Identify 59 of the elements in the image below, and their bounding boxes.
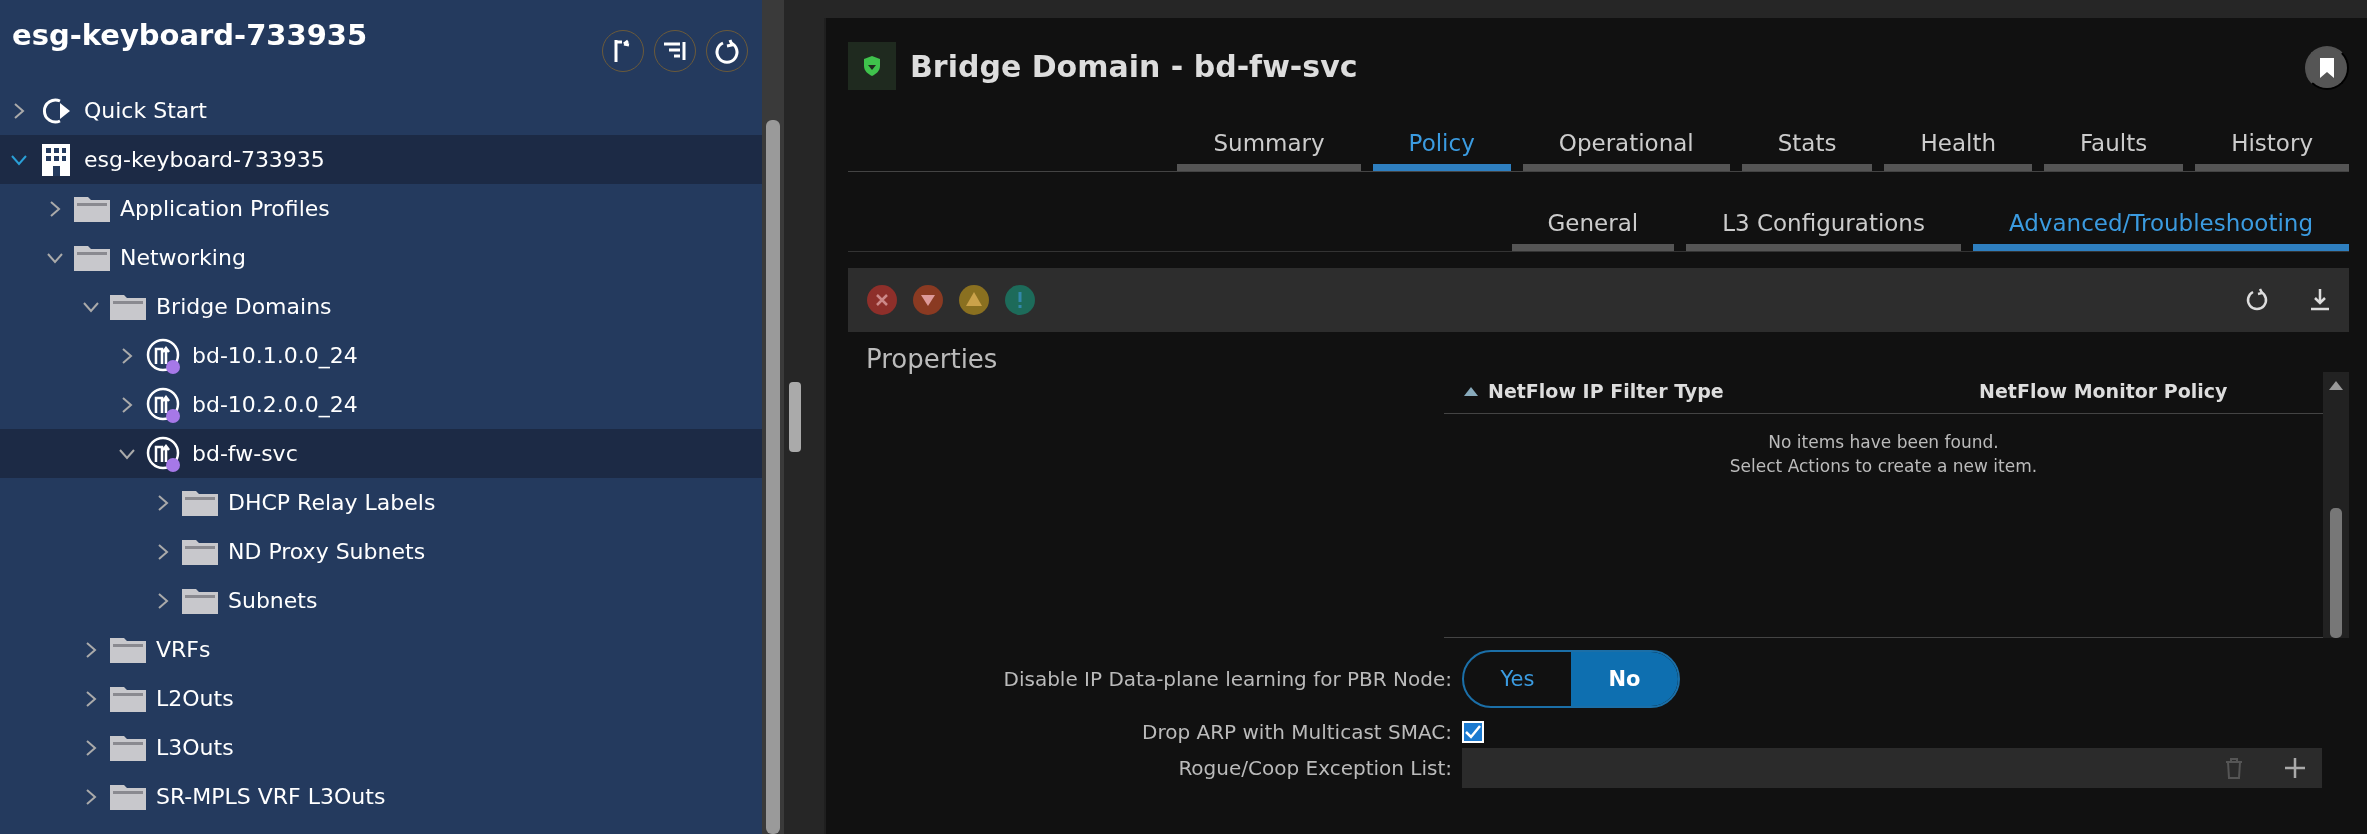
tree-item[interactable]: L3Outs xyxy=(0,723,762,772)
tab[interactable]: Policy xyxy=(1372,130,1511,171)
tree-item[interactable]: Application Profiles xyxy=(0,184,762,233)
warning-fault-icon[interactable] xyxy=(1004,284,1036,316)
tree-item[interactable]: VRFs xyxy=(0,625,762,674)
column-header[interactable]: NetFlow Monitor Policy xyxy=(1979,379,2228,402)
tab[interactable]: Operational xyxy=(1522,130,1730,171)
shield-icon xyxy=(848,42,896,90)
tree-item[interactable]: bd-fw-svc xyxy=(0,429,762,478)
bookmark-button[interactable] xyxy=(2305,46,2349,90)
tree-item[interactable]: Subnets xyxy=(0,576,762,625)
splitter-handle[interactable] xyxy=(789,382,801,452)
tree-item[interactable]: Bridge Domains xyxy=(0,282,762,331)
collapse-icon xyxy=(662,40,688,62)
field-label: Disable IP Data-plane learning for PBR Node: xyxy=(1002,667,1453,691)
bookmark-icon xyxy=(2319,57,2335,79)
tree-item[interactable]: ND Proxy Subnets xyxy=(0,527,762,576)
tab[interactable]: Summary xyxy=(1177,130,1361,171)
tree-item[interactable]: SR-MPLS VRF L3Outs xyxy=(0,772,762,821)
tree-item[interactable]: esg-keyboard-733935 xyxy=(0,135,762,184)
scrollbar[interactable] xyxy=(762,0,784,834)
page-title: Bridge Domain - bd-fw-svc xyxy=(910,48,1358,84)
toggle-option[interactable]: No xyxy=(1571,652,1678,706)
scrollbar[interactable] xyxy=(2323,372,2349,638)
add-icon[interactable] xyxy=(2284,757,2306,779)
major-fault-icon[interactable] xyxy=(912,284,944,316)
toggle-option[interactable]: Yes xyxy=(1464,652,1571,706)
tab[interactable]: Advanced/Troubleshooting xyxy=(1972,210,2349,251)
tree-item[interactable]: Quick Start xyxy=(0,86,762,135)
download-icon xyxy=(2309,286,2331,311)
refresh-icon xyxy=(714,38,740,64)
empty-message: Select Actions to create a new item. xyxy=(1728,456,2039,476)
tab[interactable]: L3 Configurations xyxy=(1686,210,1961,251)
tab[interactable]: History xyxy=(2195,130,2349,171)
tree-item[interactable]: DHCP Relay Labels xyxy=(0,478,762,527)
empty-message: No items have been found. xyxy=(1767,432,2000,452)
tenant-title: esg-keyboard-733935 xyxy=(12,18,368,52)
minor-fault-icon[interactable] xyxy=(958,284,990,316)
checkbox[interactable] xyxy=(1462,721,1484,743)
scroll-up-icon[interactable] xyxy=(2329,380,2343,390)
column-header[interactable]: NetFlow IP Filter Type xyxy=(1488,379,1724,402)
bridge-domain-icon xyxy=(146,337,182,374)
scrollbar-thumb[interactable] xyxy=(2330,508,2342,638)
field-label: Drop ARP with Multicast SMAC: xyxy=(1141,720,1453,744)
bridge-domain-icon xyxy=(146,435,182,472)
tree-item[interactable]: L2Outs xyxy=(0,674,762,723)
section-heading: Properties xyxy=(866,344,999,374)
bridge-domain-icon xyxy=(146,386,182,423)
critical-fault-icon[interactable] xyxy=(866,284,898,316)
tree-item[interactable]: Networking xyxy=(0,233,762,282)
tree-item[interactable]: bd-10.2.0.0_24 xyxy=(0,380,762,429)
tree-item[interactable]: bd-10.1.0.0_24 xyxy=(0,331,762,380)
tab[interactable]: Stats xyxy=(1741,130,1873,171)
tab[interactable]: Health xyxy=(1884,130,2032,171)
field-label: Rogue/Coop Exception List: xyxy=(1177,756,1453,780)
tab[interactable]: General xyxy=(1511,210,1675,251)
sort-up-icon xyxy=(1464,385,1478,396)
tab[interactable]: Faults xyxy=(2044,130,2184,171)
scrollbar-thumb[interactable] xyxy=(766,120,780,834)
